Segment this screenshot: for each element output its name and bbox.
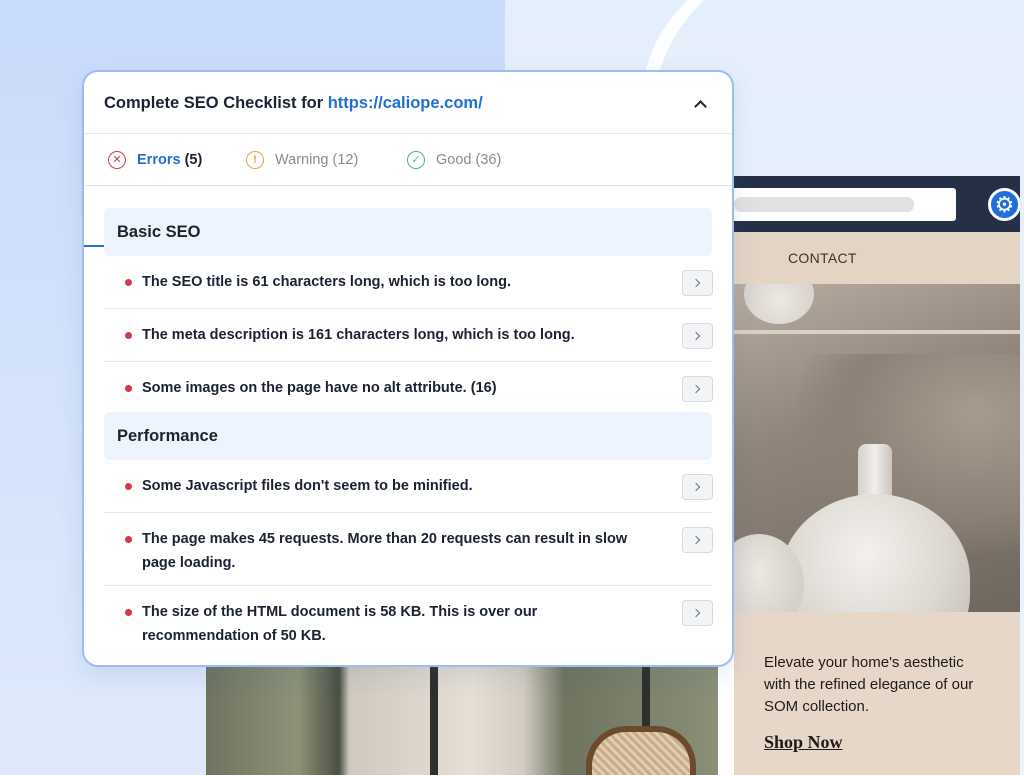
- room-image: [206, 666, 718, 775]
- tab-warning[interactable]: ! Warning (12): [246, 134, 358, 186]
- panel-title-prefix: Complete SEO Checklist for: [104, 94, 328, 112]
- promo-text: Elevate your home's aesthetic with the r…: [764, 654, 974, 715]
- panel-title: Complete SEO Checklist for https://calio…: [104, 94, 483, 113]
- expand-item-button[interactable]: [682, 474, 713, 500]
- section-performance: Performance: [104, 412, 712, 460]
- nav-contact-link[interactable]: CONTACT: [788, 250, 857, 266]
- x-circle-icon: ✕: [108, 151, 126, 169]
- chevron-right-icon: [691, 384, 701, 394]
- tab-errors-label: Errors: [137, 152, 181, 168]
- expand-item-button[interactable]: [682, 600, 713, 626]
- item-text: The page makes 45 requests. More than 20…: [142, 531, 628, 571]
- item-text: The SEO title is 61 characters long, whi…: [142, 274, 512, 290]
- tab-good-count: (36): [475, 152, 502, 168]
- chevron-right-icon: [691, 278, 701, 288]
- check-circle-icon: ✓: [407, 151, 425, 169]
- item-text: Some Javascript files don't seem to be m…: [142, 478, 473, 494]
- item-text: The size of the HTML document is 58 KB. …: [142, 604, 538, 644]
- tab-warning-count: (12): [332, 152, 359, 168]
- tab-errors[interactable]: ✕ Errors (5): [108, 134, 202, 186]
- error-dot: [125, 609, 132, 616]
- list-item: The page makes 45 requests. More than 20…: [104, 513, 713, 586]
- error-dot: [125, 536, 132, 543]
- chevron-right-icon: [691, 331, 701, 341]
- shop-now-link[interactable]: Shop Now: [764, 732, 843, 753]
- site-url-link[interactable]: https://caliope.com/: [328, 94, 483, 112]
- expand-item-button[interactable]: [682, 527, 713, 553]
- tab-good-label: Good: [436, 152, 472, 168]
- error-dot: [125, 279, 132, 286]
- tab-warning-label: Warning: [275, 152, 329, 168]
- tab-good[interactable]: ✓ Good (36): [407, 134, 501, 186]
- website-search-bar[interactable]: [726, 188, 956, 221]
- item-text: The meta description is 161 characters l…: [142, 327, 575, 343]
- chevron-right-icon: [691, 608, 701, 618]
- gear-icon[interactable]: ⚙: [988, 188, 1020, 221]
- collapse-button[interactable]: [684, 90, 716, 118]
- expand-item-button[interactable]: [682, 270, 713, 296]
- hero-vase-image: [734, 284, 1020, 612]
- error-dot: [125, 385, 132, 392]
- tab-errors-count: (5): [184, 152, 203, 168]
- list-item: The SEO title is 61 characters long, whi…: [104, 256, 713, 309]
- error-dot: [125, 483, 132, 490]
- seo-checklist-panel: Complete SEO Checklist for https://calio…: [82, 70, 734, 667]
- exclamation-circle-icon: !: [246, 151, 264, 169]
- panel-header: Complete SEO Checklist for https://calio…: [84, 72, 732, 134]
- list-item: The meta description is 161 characters l…: [104, 309, 713, 362]
- chevron-right-icon: [691, 482, 701, 492]
- section-basic-seo: Basic SEO: [104, 208, 712, 256]
- search-placeholder-bar: [734, 197, 914, 212]
- list-item: The size of the HTML document is 58 KB. …: [104, 586, 713, 659]
- item-text: Some images on the page have no alt attr…: [142, 380, 497, 396]
- expand-item-button[interactable]: [682, 376, 713, 402]
- expand-item-button[interactable]: [682, 323, 713, 349]
- list-item: Some Javascript files don't seem to be m…: [104, 460, 713, 513]
- status-tabs: ✕ Errors (5) ! Warning (12) ✓ Good (36): [84, 134, 732, 247]
- error-dot: [125, 332, 132, 339]
- chevron-up-icon: [693, 100, 707, 113]
- chevron-right-icon: [691, 535, 701, 545]
- list-item: Some images on the page have no alt attr…: [104, 362, 713, 412]
